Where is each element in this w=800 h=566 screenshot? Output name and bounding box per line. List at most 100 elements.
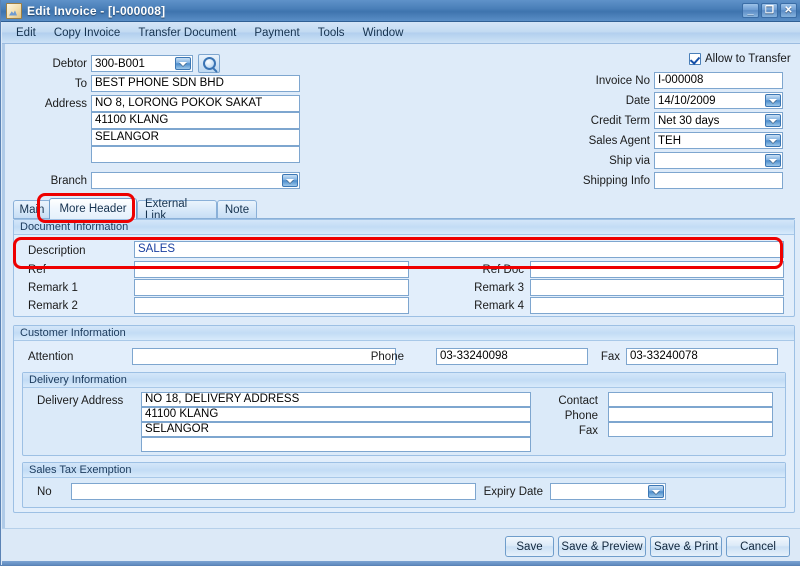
maximize-button[interactable]: ❐ xyxy=(761,3,778,18)
sales-agent-value: TEH xyxy=(658,135,681,147)
ref-field[interactable] xyxy=(134,261,409,278)
delivery-address-line-4-field[interactable] xyxy=(141,437,531,452)
address-label: Address xyxy=(15,98,87,110)
remark-4-label: Remark 4 xyxy=(414,300,524,312)
delivery-fax-field[interactable] xyxy=(608,422,773,437)
tab-note[interactable]: Note xyxy=(217,200,257,219)
remark-1-field[interactable] xyxy=(134,279,409,296)
address-line-2-field[interactable]: 41100 KLANG xyxy=(91,112,300,129)
expiry-date-label: Expiry Date xyxy=(423,486,543,498)
menu-bar: Edit Copy Invoice Transfer Document Paym… xyxy=(2,22,800,44)
footer-bar: Save Save & Preview Save & Print Cancel xyxy=(2,528,800,564)
to-field[interactable]: BEST PHONE SDN BHD xyxy=(91,75,300,92)
remark-2-label: Remark 2 xyxy=(28,300,138,312)
tab-more-header[interactable]: More Header xyxy=(49,198,137,219)
sales-agent-label: Sales Agent xyxy=(565,135,650,147)
delivery-address-line-3-field[interactable]: SELANGOR xyxy=(141,422,531,437)
date-picker[interactable]: 14/10/2009 xyxy=(654,92,783,109)
chevron-down-icon[interactable] xyxy=(648,485,664,498)
expiry-date-picker[interactable] xyxy=(550,483,666,500)
delivery-contact-label: Contact xyxy=(503,395,598,407)
window-title: Edit Invoice - [I-000008] xyxy=(27,4,165,18)
menu-item-window[interactable]: Window xyxy=(354,25,413,41)
allow-to-transfer-checkbox[interactable]: Allow to Transfer xyxy=(689,53,791,65)
menu-item-tools[interactable]: Tools xyxy=(309,25,354,41)
delivery-fax-label: Fax xyxy=(503,425,598,437)
description-label: Description xyxy=(28,245,138,257)
credit-term-combo[interactable]: Net 30 days xyxy=(654,112,783,129)
title-bar: Edit Invoice - [I-000008] _ ❐ ✕ xyxy=(1,0,800,22)
chevron-down-icon[interactable] xyxy=(175,57,191,70)
delivery-contact-field[interactable] xyxy=(608,392,773,407)
invoice-no-label: Invoice No xyxy=(575,75,650,87)
delivery-address-label: Delivery Address xyxy=(37,395,147,407)
customer-information-title: Customer Information xyxy=(14,326,794,341)
address-line-3-field[interactable]: SELANGOR xyxy=(91,129,300,146)
date-label: Date xyxy=(575,95,650,107)
branch-combo[interactable] xyxy=(91,172,300,189)
close-button[interactable]: ✕ xyxy=(780,3,797,18)
sales-agent-combo[interactable]: TEH xyxy=(654,132,783,149)
save-and-preview-button[interactable]: Save & Preview xyxy=(558,536,646,557)
edit-invoice-window: Edit Invoice - [I-000008] _ ❐ ✕ Edit Cop… xyxy=(0,0,800,566)
customer-fax-label: Fax xyxy=(548,351,620,363)
tab-external-link[interactable]: External Link xyxy=(137,200,217,219)
remark-3-label: Remark 3 xyxy=(414,282,524,294)
chevron-down-icon[interactable] xyxy=(765,134,781,147)
chevron-down-icon[interactable] xyxy=(765,114,781,127)
shipping-info-label: Shipping Info xyxy=(553,175,650,187)
minimize-button[interactable]: _ xyxy=(742,3,759,18)
chevron-down-icon[interactable] xyxy=(765,154,781,167)
delivery-address-line-1-field[interactable]: NO 18, DELIVERY ADDRESS xyxy=(141,392,531,407)
delivery-phone-label: Phone xyxy=(503,410,598,422)
delivery-address-line-2-field[interactable]: 41100 KLANG xyxy=(141,407,531,422)
status-line xyxy=(2,561,800,565)
attention-label: Attention xyxy=(28,351,138,363)
menu-item-payment[interactable]: Payment xyxy=(245,25,308,41)
delivery-phone-field[interactable] xyxy=(608,407,773,422)
customer-phone-label: Phone xyxy=(344,351,404,363)
customer-fax-field[interactable]: 03-33240078 xyxy=(626,348,778,365)
menu-item-edit[interactable]: Edit xyxy=(7,25,45,41)
to-label: To xyxy=(15,78,87,90)
branch-label: Branch xyxy=(15,175,87,187)
description-field[interactable]: SALES xyxy=(134,241,784,258)
allow-to-transfer-label: Allow to Transfer xyxy=(705,53,791,65)
window-controls: _ ❐ ✕ xyxy=(742,3,797,18)
sales-tax-no-field[interactable] xyxy=(71,483,476,500)
ref-label: Ref xyxy=(28,264,138,276)
save-button[interactable]: Save xyxy=(505,536,554,557)
ref-doc-label: Ref Doc xyxy=(414,264,524,276)
ship-via-label: Ship via xyxy=(565,155,650,167)
invoice-no-field[interactable]: I-000008 xyxy=(654,72,783,89)
document-information-group: Document Information Description SALES R… xyxy=(13,219,795,317)
delivery-information-group: Delivery Information Delivery Address NO… xyxy=(22,372,786,456)
magnifier-icon xyxy=(203,57,216,70)
chevron-down-icon[interactable] xyxy=(282,174,298,187)
save-and-print-button[interactable]: Save & Print xyxy=(650,536,722,557)
debtor-value: 300-B001 xyxy=(95,58,145,70)
credit-term-label: Credit Term xyxy=(565,115,650,127)
maximize-icon: ❐ xyxy=(762,4,777,17)
ship-via-combo[interactable] xyxy=(654,152,783,169)
tab-main[interactable]: Main xyxy=(13,200,51,219)
tab-strip: Main More Header External Link Note xyxy=(13,198,795,219)
minimize-icon: _ xyxy=(743,4,758,17)
menu-item-transfer-document[interactable]: Transfer Document xyxy=(129,25,245,41)
chevron-down-icon[interactable] xyxy=(765,94,781,107)
remark-3-field[interactable] xyxy=(530,279,784,296)
ref-doc-field[interactable] xyxy=(530,261,784,278)
menu-item-copy-invoice[interactable]: Copy Invoice xyxy=(45,25,129,41)
address-line-4-field[interactable] xyxy=(91,146,300,163)
debtor-lookup-button[interactable] xyxy=(198,54,220,73)
customer-information-group: Customer Information Attention Phone 03-… xyxy=(13,325,795,513)
address-line-1-field[interactable]: NO 8, LORONG POKOK SAKAT xyxy=(91,95,300,112)
debtor-label: Debtor xyxy=(15,58,87,70)
debtor-combo[interactable]: 300-B001 xyxy=(91,55,193,72)
remark-1-label: Remark 1 xyxy=(28,282,138,294)
remark-4-field[interactable] xyxy=(530,297,784,314)
cancel-button[interactable]: Cancel xyxy=(726,536,790,557)
checkbox-checked-icon[interactable] xyxy=(689,53,701,65)
shipping-info-field[interactable] xyxy=(654,172,783,189)
remark-2-field[interactable] xyxy=(134,297,409,314)
